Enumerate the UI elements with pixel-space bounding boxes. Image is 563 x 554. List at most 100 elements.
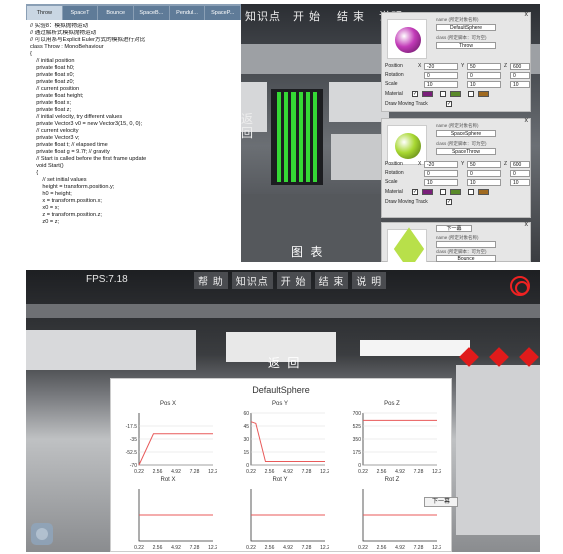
code-line: private Vector3 v0 = new Vector3(15, 0, … <box>30 121 143 127</box>
target-icon[interactable] <box>510 276 530 296</box>
next-scene-button[interactable]: 下一幕 <box>424 497 458 507</box>
back-button[interactable]: 返 回 <box>241 112 255 140</box>
rotation-y-field[interactable]: 0 <box>467 170 501 177</box>
name-field[interactable] <box>436 241 496 248</box>
class-field[interactable]: Throw <box>436 42 496 49</box>
scale-x-field[interactable]: 10 <box>424 179 458 186</box>
draw-track-label: Draw Moving Track <box>385 101 428 107</box>
chart-title: Rot Y <box>272 477 288 483</box>
position-z-field[interactable]: 600 <box>510 161 530 168</box>
position-y-field[interactable]: 50 <box>467 161 501 168</box>
panel-title: DefaultSphere <box>252 385 310 395</box>
tab-pendulum[interactable]: Pendul... <box>169 6 205 20</box>
menu-start[interactable]: 开 始 <box>276 272 311 289</box>
tab-space-pendulum[interactable]: SpaceP... <box>205 6 241 20</box>
code-line: private float x0; <box>30 72 75 78</box>
close-icon[interactable]: x <box>525 117 529 124</box>
code-line: z0 = z; <box>30 219 60 225</box>
code-line: // 实验8：模拟抛物运动 <box>30 23 89 29</box>
position-y-field[interactable]: 50 <box>467 63 501 70</box>
code-line: // 可以用系与Explicit Euler方式的模拟进行对比 <box>30 37 146 43</box>
x-tick-label: 7.28 <box>302 545 312 551</box>
rotation-x-field[interactable]: 0 <box>424 72 458 79</box>
menu-help[interactable]: 帮 助 <box>194 272 228 289</box>
material-swatch[interactable] <box>478 189 489 195</box>
position-x-field[interactable]: -20 <box>424 161 458 168</box>
position-z-field[interactable]: 600 <box>510 63 530 70</box>
y-tick-label: 175 <box>353 450 362 456</box>
menu-end[interactable]: 结 束 <box>314 272 349 289</box>
scale-z-field[interactable]: 10 <box>510 81 530 88</box>
menu-knowledge[interactable]: 知识点 <box>245 8 281 24</box>
material-swatch[interactable] <box>422 189 433 195</box>
material-swatch[interactable] <box>450 189 461 195</box>
material-checkbox[interactable] <box>440 189 446 195</box>
x-tick-label: 2.56 <box>265 469 275 475</box>
class-field[interactable]: Bounce <box>436 255 496 262</box>
name-label: name (所定对象名称) <box>436 17 479 22</box>
draw-track-checkbox[interactable]: ✓ <box>446 101 452 107</box>
close-icon[interactable]: x <box>525 11 529 18</box>
rotation-z-field[interactable]: 0 <box>510 170 530 177</box>
scale-y-field[interactable]: 10 <box>467 179 501 186</box>
draw-track-label: Draw Moving Track <box>385 199 428 205</box>
material-checkbox[interactable] <box>440 91 446 97</box>
next-scene-button[interactable]: 下一幕 <box>436 225 472 232</box>
close-icon[interactable]: x <box>525 221 529 228</box>
material-swatch[interactable] <box>422 91 433 97</box>
name-field[interactable]: DefaultSphere <box>436 24 496 31</box>
code-line: // current velocity <box>30 128 79 134</box>
code-line: h0 = height; <box>30 191 72 197</box>
y-tick-label: 700 <box>353 411 362 417</box>
tab-space-bounce[interactable]: SpaceB... <box>134 6 169 20</box>
x-tick-label: 7.28 <box>414 469 424 475</box>
material-checkbox[interactable] <box>468 91 474 97</box>
material-checkbox[interactable]: ✓ <box>412 189 418 195</box>
code-line: private float z; <box>30 107 72 113</box>
x-tick-label: 4.92 <box>283 469 293 475</box>
menu-end[interactable]: 结 束 <box>337 8 365 24</box>
cube-icon <box>393 227 425 262</box>
draw-track-checkbox[interactable]: ✓ <box>446 199 452 205</box>
material-checkbox[interactable]: ✓ <box>412 91 418 97</box>
name-field[interactable]: SpaceSphere <box>436 130 496 137</box>
material-label: Material <box>385 189 403 195</box>
object-preview <box>387 125 427 165</box>
object-preview <box>387 19 427 59</box>
sphere-icon <box>395 27 421 53</box>
rotation-x-field[interactable]: 0 <box>424 170 458 177</box>
position-x-field[interactable]: -20 <box>424 63 458 70</box>
chart-pos-z: Pos Z 700 525 350 175 0 0.22 2.56 4.92 7.28 12.2 <box>343 401 441 475</box>
code-editor[interactable]: // 实验8：模拟抛物运动// 通过解析式模拟抛物运动// 可以用系与Expli… <box>26 20 241 262</box>
chart-button[interactable]: 图 表 <box>291 243 324 260</box>
x-tick-label: 7.28 <box>190 545 200 551</box>
scale-x-field[interactable]: 10 <box>424 81 458 88</box>
menu-knowledge[interactable]: 知识点 <box>231 272 273 289</box>
axis-x-label: X <box>418 161 422 167</box>
scale-y-field[interactable]: 10 <box>467 81 501 88</box>
material-swatch[interactable] <box>450 91 461 97</box>
top-menu: 帮 助 知识点 开 始 结 束 说 明 <box>194 272 387 289</box>
rotation-y-field[interactable]: 0 <box>467 72 501 79</box>
material-swatch[interactable] <box>478 91 489 97</box>
rotation-z-field[interactable]: 0 <box>510 72 530 79</box>
tab-throw[interactable]: Throw <box>27 6 62 20</box>
editor-screenshot: Throw SpaceT Bounce SpaceB... Pendul... … <box>26 4 540 262</box>
chart-title: Rot Z <box>384 477 400 483</box>
menu-instructions[interactable]: 说 明 <box>352 272 387 289</box>
x-tick-label: 2.56 <box>377 545 387 551</box>
code-line: // 通过解析式模拟抛物运动 <box>30 30 97 36</box>
class-field[interactable]: SpaceThrow <box>436 148 496 155</box>
wall-panel <box>329 82 389 122</box>
tab-space-throw[interactable]: SpaceT <box>62 6 98 20</box>
y-tick-label: 45 <box>243 424 249 430</box>
x-tick-label: 12.2 <box>320 545 329 551</box>
tab-bounce[interactable]: Bounce <box>98 6 134 20</box>
x-tick-label: 2.56 <box>153 469 163 475</box>
back-button[interactable]: 返 回 <box>268 354 301 371</box>
x-tick-label: 2.56 <box>265 545 275 551</box>
code-line: x = transform.position.x; <box>30 198 102 204</box>
scale-z-field[interactable]: 10 <box>510 179 530 186</box>
menu-start[interactable]: 开 始 <box>293 8 321 24</box>
material-checkbox[interactable] <box>468 189 474 195</box>
